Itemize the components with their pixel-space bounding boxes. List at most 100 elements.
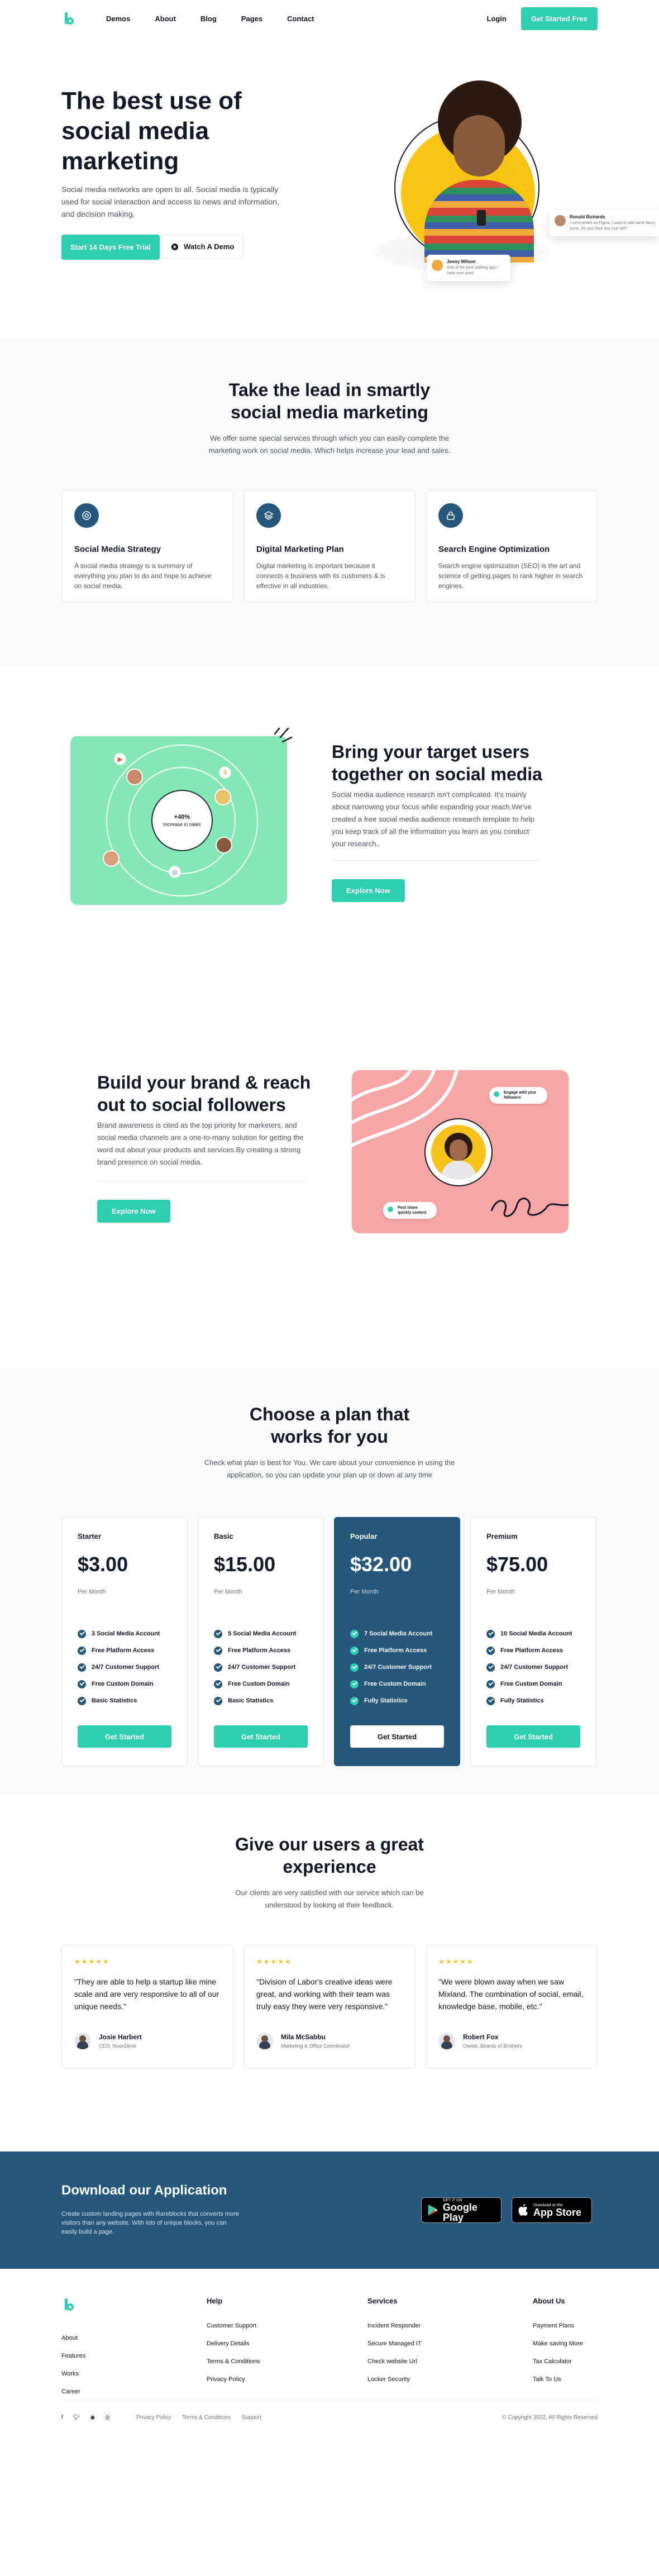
- footer-link[interactable]: Terms & Conditions: [207, 2358, 260, 2376]
- testimonials-title: Give our users a great experience: [235, 1834, 424, 1877]
- nav-link-about[interactable]: About: [155, 15, 176, 23]
- support-link[interactable]: Support: [242, 2415, 261, 2421]
- star-rating-icon: ★★★★★: [256, 1958, 292, 1966]
- plan-get-started-button[interactable]: Get Started: [486, 1725, 580, 1748]
- brand-logo[interactable]: [61, 11, 77, 26]
- plan-card-starter: Starter $3.00 Per Month 3 Social Media A…: [61, 1517, 188, 1766]
- target-text: Social media audience research isn't com…: [332, 790, 534, 848]
- plan-feature: Free Custom Domain: [214, 1676, 308, 1692]
- chat-card-ronald: Ronald Richards I commented on Figma, I …: [550, 210, 659, 236]
- lock-icon: [438, 503, 463, 528]
- plan-period: Per Month: [350, 1588, 379, 1595]
- avatar: [126, 769, 143, 785]
- plan-get-started-button[interactable]: Get Started: [214, 1725, 308, 1748]
- chat-card-name: Jenny Wilson: [447, 259, 476, 264]
- check-icon: [486, 1680, 495, 1688]
- sales-badge: +40% Increase in sales: [151, 790, 213, 851]
- testimonial-role: Owner, Beards of Brothers: [463, 2043, 523, 2049]
- plan-name: Basic: [214, 1532, 233, 1540]
- footer-link[interactable]: Talk To Us: [533, 2376, 583, 2394]
- feature-text: A social media strategy is a summary of …: [74, 562, 212, 590]
- feature-card-strategy: Social Media Strategy A social media str…: [61, 490, 233, 602]
- get-started-button[interactable]: Get Started Free: [520, 7, 598, 30]
- chat-card-name: Ronald Richards: [570, 214, 605, 220]
- app-store-button[interactable]: Download on the App Store: [512, 2197, 592, 2223]
- layers-icon: [256, 503, 281, 528]
- plan-feature: 24/7 Customer Support: [350, 1659, 444, 1676]
- footer-col-services: Services Incident Responder Secure Manag…: [367, 2297, 422, 2394]
- hero-illustration: Ronald Richards I commented on Figma, I …: [372, 48, 659, 338]
- google-play-button[interactable]: GET IT ON Google Play: [421, 2197, 502, 2223]
- free-trial-button[interactable]: Start 14 Days Free Trial: [61, 235, 160, 260]
- footer-link[interactable]: Works: [61, 2370, 85, 2388]
- plan-period: Per Month: [214, 1588, 242, 1595]
- watch-demo-button[interactable]: Watch A Demo: [162, 235, 244, 259]
- orbit-illustration: +40% Increase in sales ▶ $ ◎: [70, 736, 287, 905]
- plan-feature: 24/7 Customer Support: [214, 1659, 308, 1676]
- footer-link[interactable]: Privacy Policy: [207, 2376, 260, 2394]
- footer-link[interactable]: Customer Support: [207, 2322, 260, 2340]
- plan-feature: Basic Statistics: [214, 1692, 308, 1709]
- feature-title: Social Media Strategy: [74, 545, 161, 554]
- testimonial-quote: "We were blown away when we saw Mixland.…: [438, 1977, 584, 2011]
- avatar: [74, 2033, 91, 2049]
- footer-link[interactable]: Incident Responder: [367, 2322, 422, 2340]
- video-icon: ▶: [114, 753, 126, 765]
- feature-title: Search Engine Optimization: [438, 545, 550, 554]
- avatar: [431, 1125, 486, 1180]
- plan-get-started-button[interactable]: Get Started: [350, 1725, 444, 1748]
- brand-text: Brand awareness is cited as the top prio…: [97, 1121, 304, 1166]
- nav-link-contact[interactable]: Contact: [287, 15, 314, 23]
- github-icon[interactable]: ◉: [90, 2415, 95, 2421]
- testimonial-role: Marketing & Office Coordinator: [281, 2043, 350, 2049]
- footer-link[interactable]: Make saving More: [533, 2340, 583, 2358]
- play-icon: [171, 243, 178, 250]
- explore-now-button[interactable]: Explore Now: [97, 1200, 170, 1223]
- check-icon: [78, 1696, 86, 1705]
- login-link[interactable]: Login: [486, 15, 506, 23]
- footer-bottom-bar: f 🐦︎ ◉ ◎ Privacy Policy Terms & Conditio…: [61, 2400, 598, 2431]
- twitter-icon[interactable]: 🐦︎: [73, 2415, 80, 2421]
- footer-link[interactable]: Payment Plans: [533, 2322, 583, 2340]
- footer-link[interactable]: About: [61, 2335, 85, 2353]
- nav-link-demos[interactable]: Demos: [106, 15, 130, 23]
- footer-heading: About Us: [533, 2297, 565, 2305]
- plan-card-premium: Premium $75.00 Per Month 10 Social Media…: [470, 1517, 596, 1766]
- avatar: [438, 2033, 455, 2049]
- nav-link-blog[interactable]: Blog: [200, 15, 217, 23]
- footer-link[interactable]: Features: [61, 2353, 85, 2370]
- footer-link[interactable]: Secure Managed IT: [367, 2340, 422, 2358]
- check-icon: [486, 1663, 495, 1672]
- check-icon: [350, 1646, 359, 1655]
- check-icon: [78, 1646, 86, 1655]
- feature-text: Digital marketing is important because i…: [256, 562, 385, 590]
- chat-card-text: I commented on Figma, I want to add some…: [570, 221, 656, 231]
- plan-feature: Free Custom Domain: [350, 1676, 444, 1692]
- sales-badge-value: +40%: [174, 814, 190, 820]
- footer-link[interactable]: Locker Security: [367, 2376, 422, 2394]
- footer-logo[interactable]: [61, 2297, 77, 2312]
- footer-link[interactable]: Tax Calculator: [533, 2358, 583, 2376]
- plan-get-started-button[interactable]: Get Started: [78, 1725, 171, 1748]
- plan-feature: Free Custom Domain: [486, 1676, 580, 1692]
- instagram-icon: ◎: [169, 866, 181, 878]
- store-big-label: App Store: [533, 2206, 582, 2218]
- instagram-icon[interactable]: ◎: [105, 2415, 110, 2421]
- nav-link-pages[interactable]: Pages: [241, 15, 262, 23]
- pricing-subtitle: Check what plan is best for You. We care…: [204, 1458, 455, 1479]
- testimonial-quote: "Division of Labor's creative ideas were…: [256, 1977, 393, 2011]
- testimonial-card: ★★★★★ "We were blown away when we saw Mi…: [426, 1945, 598, 2069]
- explore-now-button[interactable]: Explore Now: [332, 879, 405, 902]
- testimonial-quote: "They are able to help a startup like mi…: [74, 1977, 219, 2011]
- footer-link[interactable]: Delivery Details: [207, 2340, 260, 2358]
- footer-link[interactable]: Check website Url: [367, 2358, 422, 2376]
- terms-link[interactable]: Terms & Conditions: [182, 2415, 231, 2421]
- feature-card-seo: Search Engine Optimization Search engine…: [426, 490, 598, 602]
- privacy-policy-link[interactable]: Privacy Policy: [136, 2415, 171, 2421]
- chat-card-jenny: Jenny Wilson One of the best clothing ap…: [427, 255, 510, 281]
- plan-feature: Fully Statistics: [350, 1692, 444, 1709]
- star-rating-icon: ★★★★★: [438, 1958, 474, 1966]
- footer-col-help: Help Customer Support Delivery Details T…: [207, 2297, 260, 2394]
- avatar: [432, 260, 443, 271]
- facebook-icon[interactable]: f: [61, 2415, 63, 2421]
